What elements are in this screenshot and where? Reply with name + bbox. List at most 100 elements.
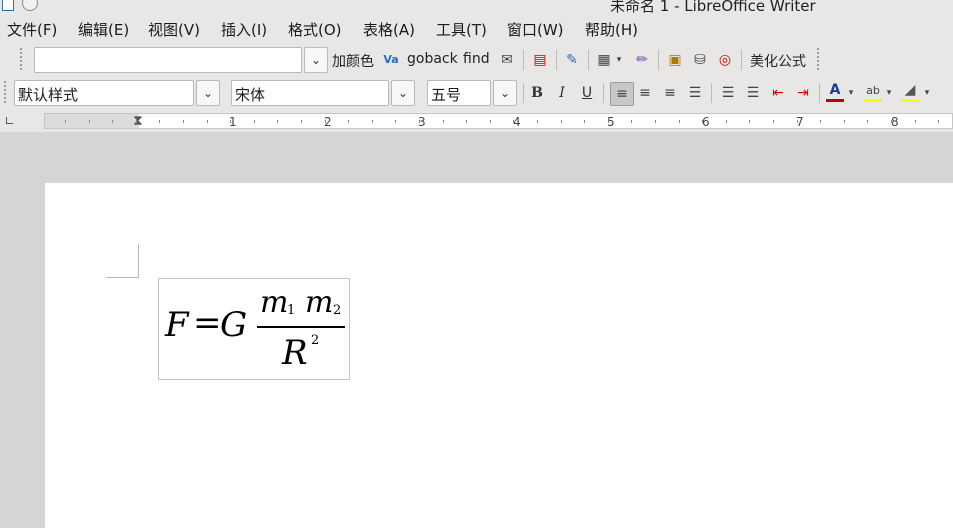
background-color-dropdown-icon[interactable]: ▾ [922, 84, 932, 102]
toolbar-grip[interactable] [4, 81, 8, 103]
ruler-tick [844, 120, 845, 123]
menu-edit[interactable]: 编辑(E) [78, 19, 129, 40]
edit-mail-icon[interactable]: ✉ [498, 51, 516, 69]
separator [556, 50, 557, 70]
separator [523, 50, 524, 70]
export-pdf-icon[interactable]: ▤ [531, 51, 549, 69]
ruler-tick [395, 120, 396, 123]
goback-button[interactable]: goback [407, 51, 458, 67]
ruler-tick [419, 120, 420, 123]
toolbar-grip[interactable] [817, 48, 821, 70]
menu-view[interactable]: 视图(V) [148, 19, 200, 40]
ruler-tick [938, 120, 939, 123]
align-left-icon[interactable]: ≡ [610, 82, 634, 106]
ruler-tick [301, 120, 302, 123]
paragraph-style-input[interactable]: 默认样式 [14, 80, 194, 106]
indent-marker-icon[interactable]: ⧗ [133, 113, 143, 129]
menu-tools[interactable]: 工具(T) [436, 19, 487, 40]
ruler-tick [820, 120, 821, 123]
ruler-tick [584, 120, 585, 123]
tab-type-selector-icon[interactable] [6, 117, 13, 124]
numbered-list-icon[interactable]: ☰ [719, 84, 737, 102]
menu-insert[interactable]: 插入(I) [221, 19, 267, 40]
find-button[interactable]: find [463, 51, 490, 67]
menu-help[interactable]: 帮助(H) [585, 19, 638, 40]
ruler-number: 6 [702, 115, 710, 129]
ruler-tick [207, 120, 208, 123]
standard-toolbar: ⌄ 加颜色 Va goback find ✉ ▤ ✎ ▦ ▾ ✏ ▣ ⛁ ◎ 美… [0, 44, 953, 76]
bullet-list-icon[interactable]: ☰ [744, 84, 762, 102]
formula-object[interactable]: F = G m 1 m 2 R 2 [158, 278, 350, 380]
ruler-tick [513, 120, 514, 123]
font-color-icon[interactable]: A [826, 82, 844, 102]
ruler-tick [679, 120, 680, 123]
ruler-tick [348, 120, 349, 123]
ruler-tick [490, 120, 491, 123]
ruler-tick [159, 120, 160, 123]
menu-window[interactable]: 窗口(W) [507, 19, 564, 40]
separator [658, 50, 659, 70]
macro-combo-dropdown[interactable]: ⌄ [304, 47, 328, 73]
font-color-dropdown-icon[interactable]: ▾ [846, 84, 856, 102]
menu-file[interactable]: 文件(F) [7, 19, 57, 40]
gallery-icon[interactable]: ▣ [666, 51, 684, 69]
paragraph-style-dropdown[interactable]: ⌄ [196, 80, 220, 106]
ruler-tick [254, 120, 255, 123]
clone-formatting-icon[interactable]: ✎ [563, 51, 581, 69]
toolbar-grip[interactable] [20, 48, 24, 70]
ruler-tick [891, 120, 892, 123]
table-icon[interactable]: ▦ [595, 51, 613, 69]
ruler-tick [325, 120, 326, 123]
formula-mass-1: m [260, 285, 289, 320]
ruler-tick [372, 120, 373, 123]
bold-button[interactable]: B [528, 84, 546, 102]
document-page[interactable]: F = G m 1 m 2 R 2 [45, 183, 953, 528]
macro-combo-input[interactable] [34, 47, 302, 73]
ruler-tick [867, 120, 868, 123]
window-title: 未命名 1 - LibreOffice Writer [610, 0, 816, 14]
underline-button[interactable]: U [578, 84, 596, 102]
decrease-indent-icon[interactable]: ⇤ [769, 84, 787, 102]
italic-button[interactable]: I [553, 84, 571, 102]
justify-icon[interactable]: ☰ [686, 84, 704, 102]
separator [588, 50, 589, 70]
menu-table[interactable]: 表格(A) [363, 19, 415, 40]
highlight-dropdown-icon[interactable]: ▾ [884, 84, 894, 102]
font-name-dropdown[interactable]: ⌄ [391, 80, 415, 106]
font-size-input[interactable]: 五号 [427, 80, 491, 106]
app-icon [2, 0, 14, 11]
ruler-tick [277, 120, 278, 123]
highlight-icon[interactable]: ab [864, 82, 882, 102]
ruler-tick [797, 120, 798, 123]
navigator-icon[interactable]: ◎ [716, 51, 734, 69]
ruler-strip[interactable]: ⧗ 1 2 3 4 5 6 7 8 [44, 113, 953, 129]
separator [819, 83, 820, 103]
background-color-icon[interactable]: ◢ [901, 82, 919, 102]
table-dropdown-icon[interactable]: ▾ [614, 51, 624, 69]
ruler-tick [65, 120, 66, 123]
horizontal-ruler[interactable]: ⧗ 1 2 3 4 5 6 7 8 [0, 110, 953, 132]
align-right-icon[interactable]: ≡ [661, 84, 679, 102]
formula-force: F [165, 305, 189, 345]
font-name-input[interactable]: 宋体 [231, 80, 389, 106]
formula-constant: G [220, 305, 248, 345]
ruler-tick [466, 120, 467, 123]
formula-subscript-2: 2 [333, 303, 342, 318]
separator [741, 50, 742, 70]
separator [523, 83, 524, 103]
beautify-formula-button[interactable]: 美化公式 [750, 51, 806, 71]
ruler-tick [183, 120, 184, 123]
formula-equals: = [193, 303, 222, 343]
align-center-icon[interactable]: ≡ [636, 84, 654, 102]
ruler-tick [915, 120, 916, 123]
ruler-tick [561, 120, 562, 123]
draw-functions-icon[interactable]: ✏ [633, 51, 651, 69]
font-size-dropdown[interactable]: ⌄ [493, 80, 517, 106]
window-menu-button[interactable] [22, 0, 38, 11]
ruler-tick [136, 120, 137, 123]
ruler-number: 4 [513, 115, 521, 129]
increase-indent-icon[interactable]: ⇥ [794, 84, 812, 102]
menu-format[interactable]: 格式(O) [288, 19, 342, 40]
add-color-button[interactable]: 加颜色 [332, 51, 374, 71]
data-sources-icon[interactable]: ⛁ [691, 51, 709, 69]
